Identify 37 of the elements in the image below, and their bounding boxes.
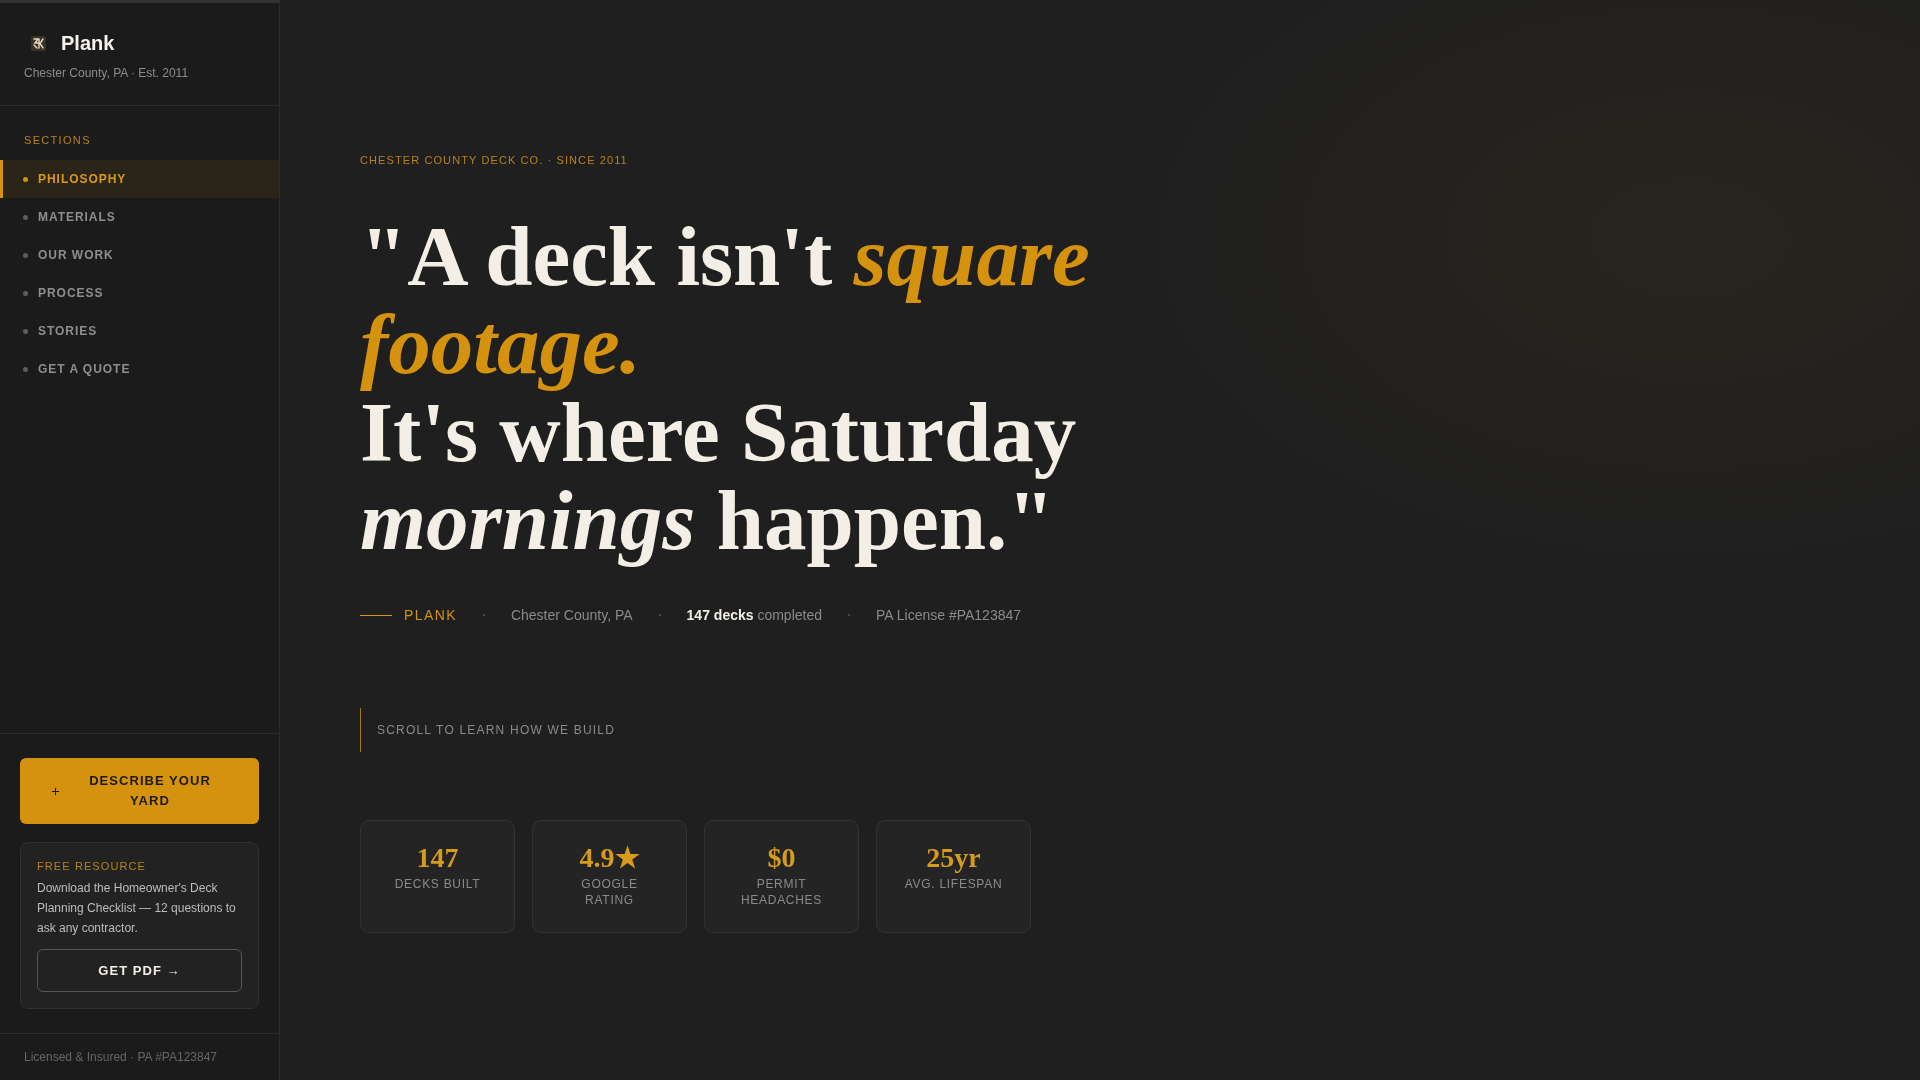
stat-value: 147 [415, 841, 460, 875]
hero-eyebrow: CHESTER COUNTY DECK CO. · SINCE 2011 [360, 153, 628, 168]
stat-label: GOOGLE RATING [580, 876, 639, 908]
stat-label: PERMIT HEADACHES [739, 876, 824, 908]
byline-fact: PA License #PA123847 [876, 606, 1022, 625]
scroll-hint: SCROLL TO LEARN HOW WE BUILD [360, 708, 616, 752]
stat-label: AVG. LIFESPAN [903, 876, 1004, 892]
brand-tagline: Chester County, PA · Est. 2011 [24, 65, 190, 81]
plus-icon [50, 785, 61, 797]
dot-icon [23, 214, 28, 220]
dot-icon [23, 328, 28, 334]
get-pdf-button[interactable]: GET PDF → [37, 949, 242, 992]
dot-icon [23, 252, 28, 258]
stat-value: 4.9★ [578, 841, 641, 875]
nav-item[interactable]: PROCESS [0, 274, 279, 312]
logo-icon [31, 35, 46, 51]
resource-description: Download the Homeowner's Deck Planning Checklist — 12 questions to ask any contractor. [37, 880, 237, 937]
nav-item[interactable]: MATERIALS [0, 198, 279, 236]
stat-value: $0 [766, 841, 797, 875]
nav-item[interactable]: OUR WORK [0, 236, 279, 274]
byline-brand: PLANK [404, 606, 457, 625]
nav-item[interactable]: STORIES [0, 312, 279, 350]
stat-value: 25yr [925, 841, 982, 875]
nav-item[interactable]: GET A QUOTE [0, 350, 279, 388]
dot-icon [23, 290, 28, 296]
byline-fact: 147 decks completed [686, 606, 822, 625]
describe-yard-button[interactable]: DESCRIBE YOUR YARD [20, 758, 259, 824]
headline: "A deck isn't square footage. It's where Saturday mornings happen." [360, 212, 1091, 569]
stat-label: DECKS BUILT [393, 876, 482, 892]
resource-eyebrow: FREE RESOURCE [37, 859, 148, 873]
dot-icon [23, 366, 28, 372]
byline-fact: Chester County, PA [510, 606, 633, 625]
brand-name: Plank [61, 31, 115, 55]
dot-icon [23, 176, 28, 182]
nav-item[interactable]: PHILOSOPHY [0, 160, 279, 198]
nav-heading: SECTIONS [23, 133, 92, 148]
license-footer: Licensed & Insured · PA #PA123847 [24, 1049, 255, 1065]
